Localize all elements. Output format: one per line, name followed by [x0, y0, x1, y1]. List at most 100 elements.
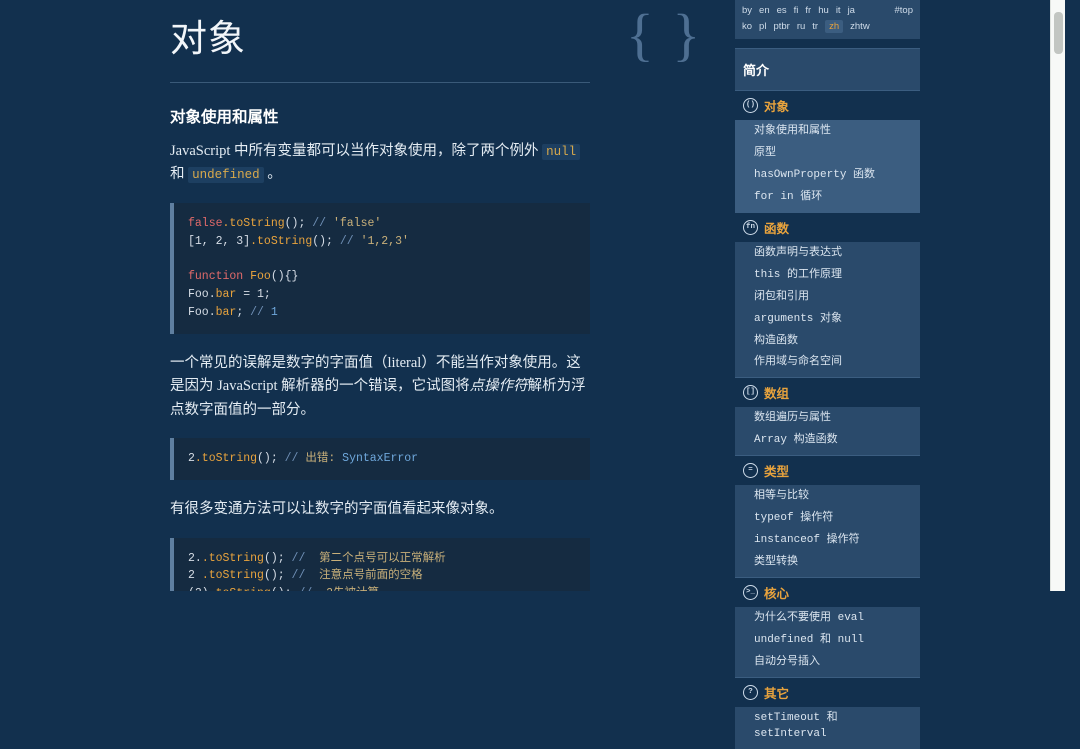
- section-heading-object-usage: 对象使用和属性: [170, 105, 590, 127]
- sidebar-section-label: 对象: [764, 96, 789, 115]
- paragraph-text-a: JavaScript 中所有变量都可以当作对象使用，除了两个例外: [170, 143, 542, 159]
- nav-block-其它: ?其它setTimeout 和 setInterval: [735, 677, 920, 749]
- sidebar-item-for in 循环[interactable]: for in 循环: [735, 187, 920, 209]
- code-token: ();: [257, 452, 285, 465]
- code-token: .toString: [223, 217, 285, 230]
- code-token: //: [250, 306, 271, 319]
- code-token: .toString: [250, 235, 312, 248]
- sidebar-section-对象[interactable]: () 对象: [735, 91, 920, 120]
- question-icon: ?: [743, 685, 758, 700]
- sidebar-item-数组遍历与属性[interactable]: 数组遍历与属性: [735, 408, 920, 430]
- code-token: 2: [188, 452, 195, 465]
- code-token: ();: [264, 569, 292, 582]
- code-block-3: 2..toString(); // 第二个点号可以正常解析 2 .toStrin…: [170, 538, 590, 591]
- sidebar-panel: byenesfifrhuitja#top koplptbrrutrzhzhtw …: [735, 0, 920, 749]
- language-link-by[interactable]: by: [742, 5, 752, 16]
- code-token: ();: [285, 217, 313, 230]
- sidebar-item-相等与比较[interactable]: 相等与比较: [735, 486, 920, 508]
- sidebar-item-作用域与命名空间[interactable]: 作用域与命名空间: [735, 352, 920, 374]
- top-anchor-link[interactable]: #top: [895, 5, 914, 16]
- code-token: bar: [216, 306, 237, 319]
- code-token: 2: [188, 569, 202, 582]
- inline-code-undefined: undefined: [188, 167, 264, 183]
- nav-block-核心: >_核心为什么不要使用 evalundefined 和 null自动分号插入: [735, 577, 920, 677]
- code-token: 2先被计算: [319, 587, 379, 591]
- code-token: 'false': [333, 217, 381, 230]
- paragraph-literal-emphasis: 点操作符: [470, 378, 528, 394]
- code-token: SyntaxError: [342, 452, 418, 465]
- paragraph-text-a-end: 。: [264, 166, 282, 182]
- sidebar-section-类型[interactable]: = 类型: [735, 456, 920, 485]
- sidebar-item-Array 构造函数[interactable]: Array 构造函数: [735, 430, 920, 452]
- sidebar-item-为什么不要使用 eval[interactable]: 为什么不要使用 eval: [735, 608, 920, 630]
- sidebar: byenesfifrhuitja#top koplptbrrutrzhzhtw …: [735, 0, 1065, 591]
- sidebar-item-自动分号插入[interactable]: 自动分号插入: [735, 652, 920, 674]
- language-link-zh[interactable]: zh: [825, 20, 843, 33]
- language-link-fi[interactable]: fi: [794, 5, 799, 16]
- language-link-es[interactable]: es: [777, 5, 787, 16]
- code-token: [1, 2, 3]: [188, 235, 250, 248]
- sidebar-item-this 的工作原理[interactable]: this 的工作原理: [735, 265, 920, 287]
- browser-scrollbar[interactable]: [1050, 0, 1065, 591]
- code-token: //: [292, 552, 313, 565]
- language-row-1: byenesfifrhuitja #top: [742, 5, 913, 16]
- language-link-fr[interactable]: fr: [805, 5, 811, 16]
- sidebar-item-对象使用和属性[interactable]: 对象使用和属性: [735, 121, 920, 143]
- language-link-hu[interactable]: hu: [818, 5, 829, 16]
- code-token: //: [312, 217, 333, 230]
- language-link-pl[interactable]: pl: [759, 21, 766, 32]
- paragraph-workaround: 有很多变通方法可以让数字的字面值看起来像对象。: [170, 498, 590, 521]
- sidebar-item-setTimeout 和 setInterval[interactable]: setTimeout 和 setInterval: [735, 708, 920, 746]
- code-token: 注意点号前面的空格: [312, 569, 422, 582]
- sidebar-section-数组[interactable]: [] 数组: [735, 378, 920, 407]
- sidebar-section-label: 函数: [764, 218, 789, 237]
- language-link-it[interactable]: it: [836, 5, 841, 16]
- sidebar-section-label: 数组: [764, 383, 789, 402]
- document-body: 对象 对象使用和属性 JavaScript 中所有变量都可以当作对象使用，除了两…: [170, 8, 590, 591]
- nav-item-group: 为什么不要使用 evalundefined 和 null自动分号插入: [735, 607, 920, 677]
- scrollbar-thumb[interactable]: [1054, 12, 1063, 54]
- sidebar-item-typeof 操作符[interactable]: typeof 操作符: [735, 508, 920, 530]
- inline-code-null: null: [542, 144, 580, 160]
- code-token: Foo: [250, 270, 271, 283]
- language-link-ptbr[interactable]: ptbr: [773, 21, 789, 32]
- code-token: function: [188, 270, 250, 283]
- language-link-ko[interactable]: ko: [742, 21, 752, 32]
- code-token: false: [188, 217, 223, 230]
- sidebar-item-arguments 对象[interactable]: arguments 对象: [735, 309, 920, 331]
- sidebar-section-label: 类型: [764, 461, 789, 480]
- code-token: 2.: [188, 552, 202, 565]
- nav-block-函数: fn函数函数声明与表达式this 的工作原理闭包和引用arguments 对象构…: [735, 212, 920, 378]
- sidebar-item-hasOwnProperty 函数[interactable]: hasOwnProperty 函数: [735, 165, 920, 187]
- sidebar-item-函数声明与表达式[interactable]: 函数声明与表达式: [735, 243, 920, 265]
- sidebar-item-instanceof 操作符[interactable]: instanceof 操作符: [735, 530, 920, 552]
- language-link-zhtw[interactable]: zhtw: [850, 21, 870, 32]
- sidebar-item-intro[interactable]: 简介: [735, 55, 920, 84]
- sidebar-item-闭包和引用[interactable]: 闭包和引用: [735, 287, 920, 309]
- code-token: //: [285, 452, 306, 465]
- language-link-ru[interactable]: ru: [797, 21, 805, 32]
- sidebar-item-undefined 和 null[interactable]: undefined 和 null: [735, 630, 920, 652]
- code-token: //: [340, 235, 361, 248]
- sidebar-section-核心[interactable]: >_核心: [735, 578, 920, 607]
- parens-icon: (): [743, 98, 758, 113]
- nav-sections: () 对象对象使用和属性原型hasOwnProperty 函数for in 循环 f…: [735, 90, 920, 749]
- braces-logo-icon: { }: [626, 6, 702, 64]
- nav-block-数组: [] 数组数组遍历与属性Array 构造函数: [735, 377, 920, 455]
- language-link-ja[interactable]: ja: [848, 5, 855, 16]
- sidebar-intro-label: 简介: [743, 60, 769, 79]
- language-link-en[interactable]: en: [759, 5, 770, 16]
- equals-icon: =: [743, 463, 758, 478]
- language-link-tr[interactable]: tr: [812, 21, 818, 32]
- sidebar-section-其它[interactable]: ?其它: [735, 678, 920, 707]
- paragraph-object-usage: JavaScript 中所有变量都可以当作对象使用，除了两个例外 null 和 …: [170, 140, 590, 187]
- page-root: 对象 对象使用和属性 JavaScript 中所有变量都可以当作对象使用，除了两…: [0, 0, 1080, 591]
- sidebar-item-类型转换[interactable]: 类型转换: [735, 552, 920, 574]
- brackets-icon: []: [743, 385, 758, 400]
- sidebar-item-原型[interactable]: 原型: [735, 143, 920, 165]
- terminal-icon: >_: [743, 585, 758, 600]
- code-token: = 1;: [236, 288, 271, 301]
- sidebar-section-函数[interactable]: fn函数: [735, 213, 920, 242]
- code-token: (2): [188, 587, 209, 591]
- sidebar-item-构造函数[interactable]: 构造函数: [735, 331, 920, 353]
